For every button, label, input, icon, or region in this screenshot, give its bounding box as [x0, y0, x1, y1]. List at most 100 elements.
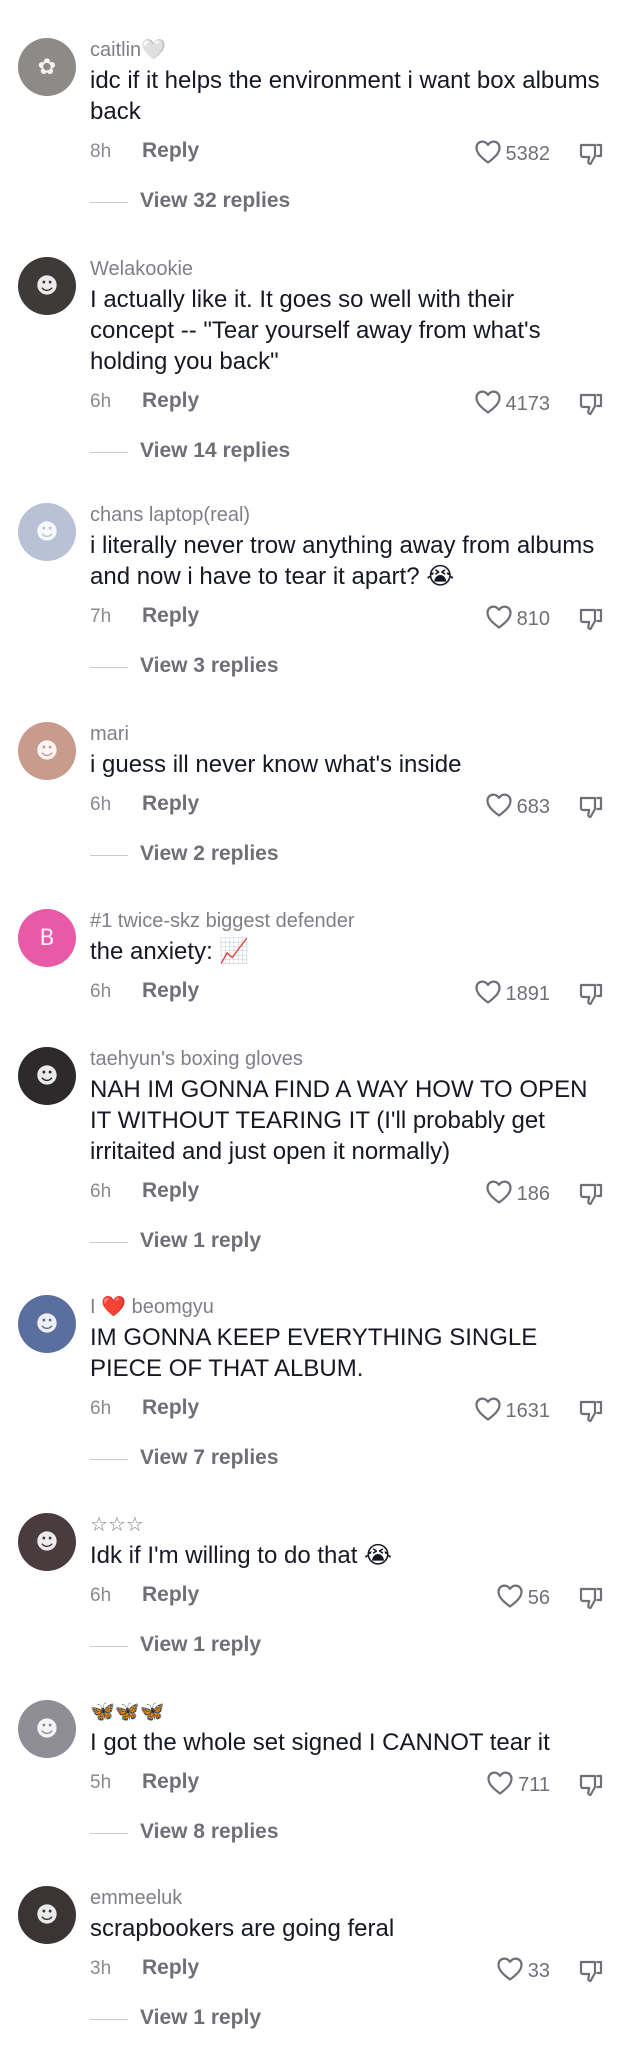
view-replies-label: View 1 reply — [140, 1229, 262, 1252]
comment-meta: 6h Reply 186 — [90, 1179, 604, 1209]
dislike-button[interactable] — [578, 794, 604, 820]
heart-icon — [485, 604, 513, 635]
comment-timestamp: 6h — [90, 391, 112, 412]
avatar-image-icon: B — [39, 925, 55, 951]
view-replies-label: View 32 replies — [140, 189, 291, 212]
reply-button[interactable]: Reply — [142, 389, 199, 413]
divider-line — [90, 1646, 128, 1647]
like-count: 1891 — [505, 982, 551, 1005]
comment-text: the anxiety: 📈 — [90, 938, 250, 965]
like-count: 5382 — [505, 142, 551, 165]
avatar[interactable]: ☻ — [18, 1513, 76, 1571]
comment-username[interactable]: emmeeluk — [90, 1886, 604, 1910]
comment-body: mari i guess ill never know what's insid… — [90, 722, 604, 870]
view-replies-button[interactable]: View 7 replies — [90, 1446, 604, 1474]
like-button[interactable]: 4173 — [474, 389, 551, 419]
comment-username[interactable]: ☆☆☆ — [90, 1513, 604, 1537]
comment-username[interactable]: I ❤️ beomgyu — [90, 1295, 604, 1319]
avatar[interactable]: ☻ — [18, 722, 76, 780]
view-replies-button[interactable]: View 8 replies — [90, 1820, 604, 1848]
like-count: 683 — [516, 795, 550, 818]
thumbs-down-icon — [578, 1587, 604, 1615]
thumbs-down-icon — [578, 1183, 604, 1211]
comment-username[interactable]: caitlin🤍 — [90, 38, 604, 62]
reply-button[interactable]: Reply — [142, 139, 199, 163]
divider-line — [90, 1459, 128, 1460]
like-count: 4173 — [505, 392, 551, 415]
reply-button[interactable]: Reply — [142, 979, 199, 1003]
comment-username[interactable]: taehyun's boxing gloves — [90, 1047, 604, 1071]
dislike-button[interactable] — [578, 141, 604, 167]
comment-timestamp: 3h — [90, 1958, 112, 1979]
dislike-button[interactable] — [578, 1772, 604, 1798]
like-button[interactable]: 186 — [485, 1179, 550, 1209]
dislike-button[interactable] — [578, 1958, 604, 1984]
dislike-button[interactable] — [578, 981, 604, 1007]
reply-button[interactable]: Reply — [142, 1583, 199, 1607]
dislike-button[interactable] — [578, 1398, 604, 1424]
like-button[interactable]: 5382 — [474, 139, 551, 170]
view-replies-button[interactable]: View 1 reply — [90, 1633, 604, 1661]
view-replies-button[interactable]: View 3 replies — [90, 654, 604, 682]
view-replies-button[interactable]: View 2 replies — [90, 842, 604, 870]
comment-timestamp: 6h — [90, 1585, 112, 1606]
avatar[interactable]: ☻ — [18, 1047, 76, 1105]
comment-text: NAH IM GONNA FIND A WAY HOW TO OPEN IT W… — [90, 1076, 588, 1165]
dislike-button[interactable] — [578, 391, 604, 417]
avatar[interactable]: ☻ — [18, 503, 76, 561]
avatar-image-icon: ☻ — [35, 1529, 59, 1555]
avatar[interactable]: B — [18, 909, 76, 967]
reply-button[interactable]: Reply — [142, 1396, 199, 1420]
dislike-button[interactable] — [578, 606, 604, 632]
like-button[interactable]: 683 — [485, 792, 550, 822]
divider-line — [90, 202, 128, 203]
avatar[interactable]: ☻ — [18, 1700, 76, 1758]
avatar[interactable]: ✿ — [18, 38, 76, 96]
heart-icon — [486, 1770, 514, 1801]
heart-icon — [474, 139, 502, 170]
reply-button[interactable]: Reply — [142, 1179, 199, 1203]
dislike-button[interactable] — [578, 1585, 604, 1611]
divider-line — [90, 1242, 128, 1243]
comment-username[interactable]: Welakookie — [90, 257, 604, 281]
avatar-image-icon: ☻ — [35, 738, 59, 764]
avatar-image-icon: ☻ — [35, 1311, 59, 1337]
comment-body: taehyun's boxing gloves NAH IM GONNA FIN… — [90, 1047, 604, 1257]
comment-meta: 6h Reply 683 — [90, 792, 604, 822]
divider-line — [90, 855, 128, 856]
reply-button[interactable]: Reply — [142, 1956, 199, 1980]
comment-username[interactable]: #1 twice-skz biggest defender — [90, 909, 604, 933]
avatar[interactable]: ☻ — [18, 257, 76, 315]
reply-button[interactable]: Reply — [142, 792, 199, 816]
divider-line — [90, 452, 128, 453]
view-replies-button[interactable]: View 1 reply — [90, 1229, 604, 1257]
like-button[interactable]: 1891 — [474, 979, 551, 1009]
like-button[interactable]: 33 — [496, 1956, 550, 1986]
view-replies-button[interactable]: View 14 replies — [90, 439, 604, 467]
dislike-button[interactable] — [578, 1181, 604, 1207]
avatar[interactable]: ☻ — [18, 1886, 76, 1944]
like-button[interactable]: 1631 — [474, 1396, 550, 1426]
like-button[interactable]: 711 — [486, 1770, 550, 1800]
thumbs-down-icon — [578, 983, 604, 1011]
like-button[interactable]: 810 — [485, 604, 550, 634]
view-replies-label: View 2 replies — [140, 842, 279, 865]
view-replies-label: View 1 reply — [140, 2006, 262, 2029]
avatar[interactable]: ☻ — [18, 1295, 76, 1353]
comment-body: ☆☆☆ Idk if I'm willing to do that 😭 6h R… — [90, 1513, 604, 1661]
like-count: 810 — [516, 607, 550, 630]
comment-timestamp: 6h — [90, 794, 112, 815]
like-button[interactable]: 56 — [496, 1583, 550, 1613]
reply-button[interactable]: Reply — [142, 604, 199, 628]
view-replies-button[interactable]: View 1 reply — [90, 2006, 604, 2034]
view-replies-button[interactable]: View 32 replies — [90, 189, 604, 217]
comment-username[interactable]: mari — [90, 722, 604, 746]
comment-timestamp: 6h — [90, 1181, 112, 1202]
view-replies-label: View 7 replies — [140, 1446, 279, 1469]
comment-username[interactable]: 🦋🦋🦋 — [90, 1700, 604, 1724]
thumbs-down-icon — [578, 608, 604, 636]
reply-button[interactable]: Reply — [142, 1770, 199, 1794]
comment-meta: 6h Reply 56 — [90, 1583, 604, 1613]
comment-username[interactable]: chans laptop(real) — [90, 503, 604, 527]
thumbs-down-icon — [578, 1960, 604, 1988]
